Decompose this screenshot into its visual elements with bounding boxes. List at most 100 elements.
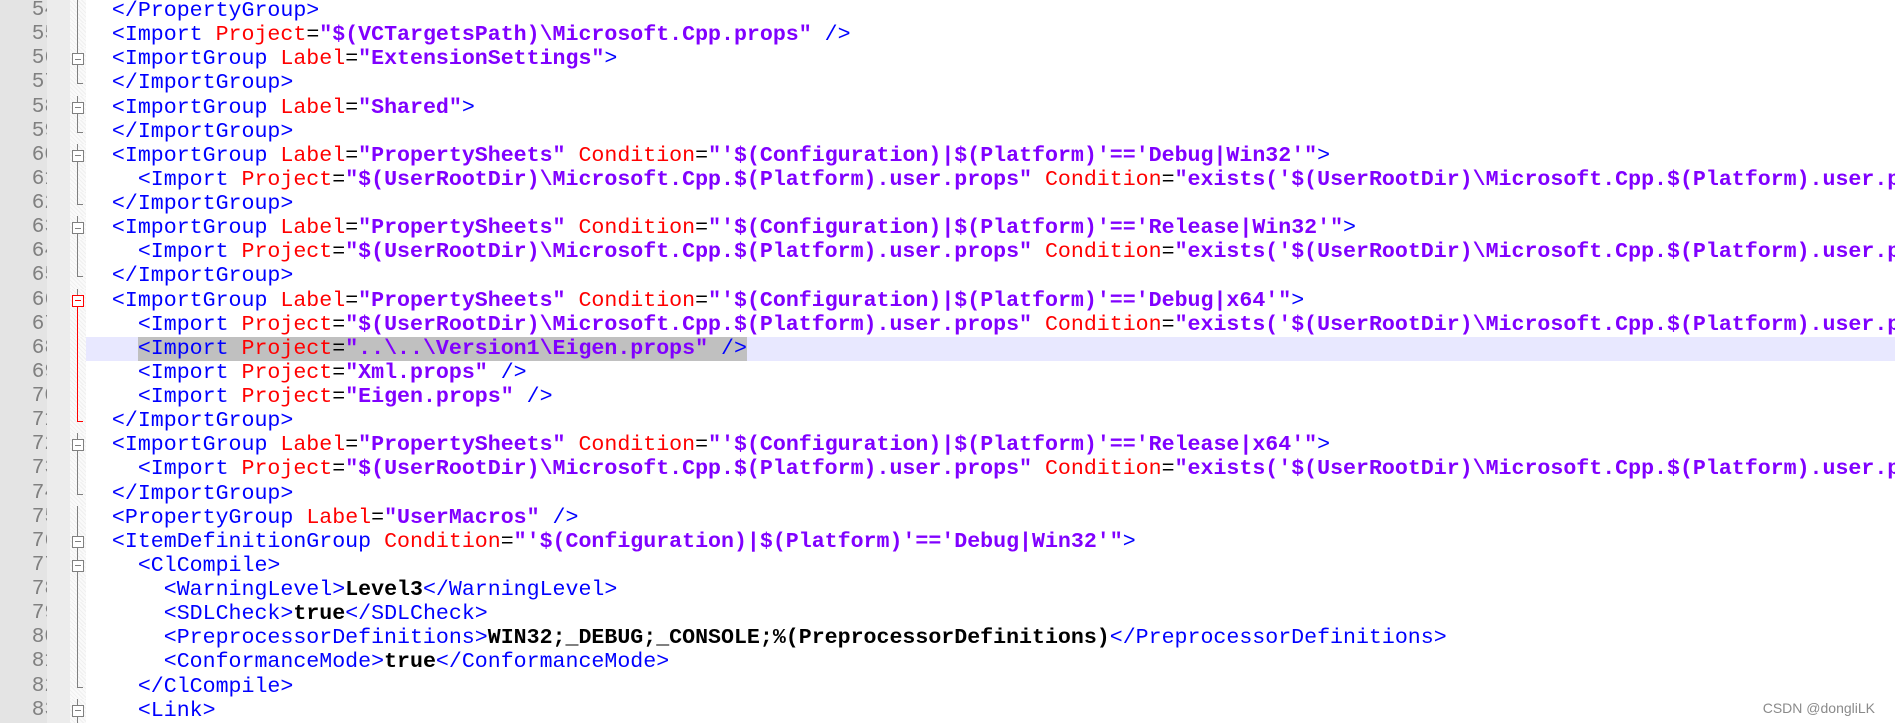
bookmark-margin[interactable] [47,650,70,675]
code-line[interactable]: 57 </ImportGroup> [0,71,1895,96]
code-text[interactable]: <PropertyGroup Label="UserMacros" /> [86,506,1895,530]
line-number-gutter[interactable]: 57 [0,71,57,96]
code-text[interactable]: </ClCompile> [86,675,1895,699]
line-number-gutter[interactable]: 59 [0,119,57,144]
line-number-gutter[interactable]: 67 [0,312,57,337]
code-text[interactable]: <Import Project="$(VCTargetsPath)\Micros… [86,23,1895,47]
code-line[interactable]: 54 </PropertyGroup> [0,0,1895,24]
code-text[interactable]: <Import Project="Eigen.props" /> [86,385,1895,409]
code-line[interactable]: 63 <ImportGroup Label="PropertySheets" C… [0,216,1895,241]
code-line[interactable]: 70 <Import Project="Eigen.props" /> [0,385,1895,410]
code-line[interactable]: 71 </ImportGroup> [0,409,1895,434]
code-line[interactable]: 68 <Import Project="..\..\Version1\Eigen… [0,336,1895,361]
bookmark-margin[interactable] [47,71,70,96]
code-editor[interactable]: 54 </PropertyGroup> 55 <Import Project="$… [0,0,1895,723]
line-number-gutter[interactable]: 72 [0,433,57,458]
code-line[interactable]: 60 <ImportGroup Label="PropertySheets" C… [0,143,1895,168]
line-number-gutter[interactable]: 80 [0,626,57,651]
code-text[interactable]: <Import Project="Xml.props" /> [86,361,1895,385]
line-number-gutter[interactable]: 77 [0,553,57,578]
bookmark-margin[interactable] [47,433,70,458]
line-number-gutter[interactable]: 58 [0,95,57,120]
fold-collapse-icon[interactable] [72,704,84,717]
bookmark-margin[interactable] [47,409,70,434]
line-number-gutter[interactable]: 69 [0,360,57,385]
code-text[interactable]: </ImportGroup> [86,192,1895,216]
bookmark-margin[interactable] [47,360,70,385]
bookmark-margin[interactable] [47,312,70,337]
fold-collapse-icon[interactable] [72,294,84,307]
fold-collapse-icon[interactable] [72,439,84,452]
line-number-gutter[interactable]: 54 [0,0,57,24]
line-number-gutter[interactable]: 82 [0,674,57,699]
code-text[interactable]: <Import Project="$(UserRootDir)\Microsof… [86,313,1895,337]
bookmark-margin[interactable] [47,95,70,120]
code-line[interactable]: 75 <PropertyGroup Label="UserMacros" /> [0,505,1895,530]
fold-collapse-icon[interactable] [72,559,84,572]
code-text[interactable]: <WarningLevel>Level3</WarningLevel> [86,578,1895,602]
line-number-gutter[interactable]: 76 [0,529,57,554]
code-text[interactable]: <Import Project="..\..\Version1\Eigen.pr… [86,336,1895,361]
fold-collapse-icon[interactable] [72,53,84,66]
line-number-gutter[interactable]: 79 [0,602,57,627]
line-number-gutter[interactable]: 60 [0,143,57,168]
code-line[interactable]: 69 <Import Project="Xml.props" /> [0,360,1895,385]
bookmark-margin[interactable] [47,674,70,699]
code-line[interactable]: 81 <ConformanceMode>true</ConformanceMod… [0,650,1895,675]
bookmark-margin[interactable] [47,698,70,723]
bookmark-margin[interactable] [47,529,70,554]
line-number-gutter[interactable]: 78 [0,578,57,603]
code-line[interactable]: 58 <ImportGroup Label="Shared"> [0,95,1895,120]
bookmark-margin[interactable] [47,553,70,578]
code-line[interactable]: 74 </ImportGroup> [0,481,1895,506]
bookmark-margin[interactable] [47,336,70,361]
code-line[interactable]: 67 <Import Project="$(UserRootDir)\Micro… [0,312,1895,337]
bookmark-margin[interactable] [47,143,70,168]
line-number-gutter[interactable]: 64 [0,240,57,265]
code-line[interactable]: 79 <SDLCheck>true</SDLCheck> [0,602,1895,627]
text-selection[interactable]: <Import Project="..\..\Version1\Eigen.pr… [137,336,747,361]
line-number-gutter[interactable]: 71 [0,409,57,434]
line-number-gutter[interactable]: 66 [0,288,57,313]
bookmark-margin[interactable] [47,288,70,313]
line-number-gutter[interactable]: 63 [0,216,57,241]
code-text[interactable]: <ImportGroup Label="PropertySheets" Cond… [86,144,1895,168]
code-text[interactable]: <Import Project="$(UserRootDir)\Microsof… [86,168,1895,192]
fold-collapse-icon[interactable] [72,149,84,162]
bookmark-margin[interactable] [47,47,70,72]
code-line[interactable]: 83 <Link> [0,698,1895,723]
code-text[interactable]: </ImportGroup> [86,409,1895,433]
fold-collapse-icon[interactable] [72,222,84,235]
code-text[interactable]: <ConformanceMode>true</ConformanceMode> [86,650,1895,674]
code-text[interactable]: <ImportGroup Label="Shared"> [86,96,1895,120]
fold-collapse-icon[interactable] [72,535,84,548]
code-text[interactable]: <Link> [86,699,1895,723]
code-text[interactable]: <ItemDefinitionGroup Condition="'$(Confi… [86,530,1895,554]
line-number-gutter[interactable]: 68 [0,336,57,361]
code-text[interactable]: <ImportGroup Label="PropertySheets" Cond… [86,433,1895,457]
code-text[interactable]: <Import Project="$(UserRootDir)\Microsof… [86,457,1895,481]
code-line[interactable]: 76 <ItemDefinitionGroup Condition="'$(Co… [0,529,1895,554]
line-number-gutter[interactable]: 73 [0,457,57,482]
fold-collapse-icon[interactable] [72,101,84,114]
code-line[interactable]: 72 <ImportGroup Label="PropertySheets" C… [0,433,1895,458]
line-number-gutter[interactable]: 62 [0,192,57,217]
line-number-gutter[interactable]: 83 [0,698,57,723]
bookmark-margin[interactable] [47,457,70,482]
bookmark-margin[interactable] [47,505,70,530]
code-line[interactable]: 61 <Import Project="$(UserRootDir)\Micro… [0,167,1895,192]
code-text[interactable]: </ImportGroup> [86,482,1895,506]
bookmark-margin[interactable] [47,240,70,265]
bookmark-margin[interactable] [47,216,70,241]
code-line[interactable]: 82 </ClCompile> [0,674,1895,699]
line-number-gutter[interactable]: 75 [0,505,57,530]
bookmark-margin[interactable] [47,167,70,192]
bookmark-margin[interactable] [47,626,70,651]
bookmark-margin[interactable] [47,578,70,603]
code-line[interactable]: 80 <PreprocessorDefinitions>WIN32;_DEBUG… [0,626,1895,651]
line-number-gutter[interactable]: 55 [0,23,57,48]
code-line[interactable]: 59 </ImportGroup> [0,119,1895,144]
line-number-gutter[interactable]: 56 [0,47,57,72]
line-number-gutter[interactable]: 65 [0,264,57,289]
code-text[interactable]: <PreprocessorDefinitions>WIN32;_DEBUG;_C… [86,626,1895,650]
